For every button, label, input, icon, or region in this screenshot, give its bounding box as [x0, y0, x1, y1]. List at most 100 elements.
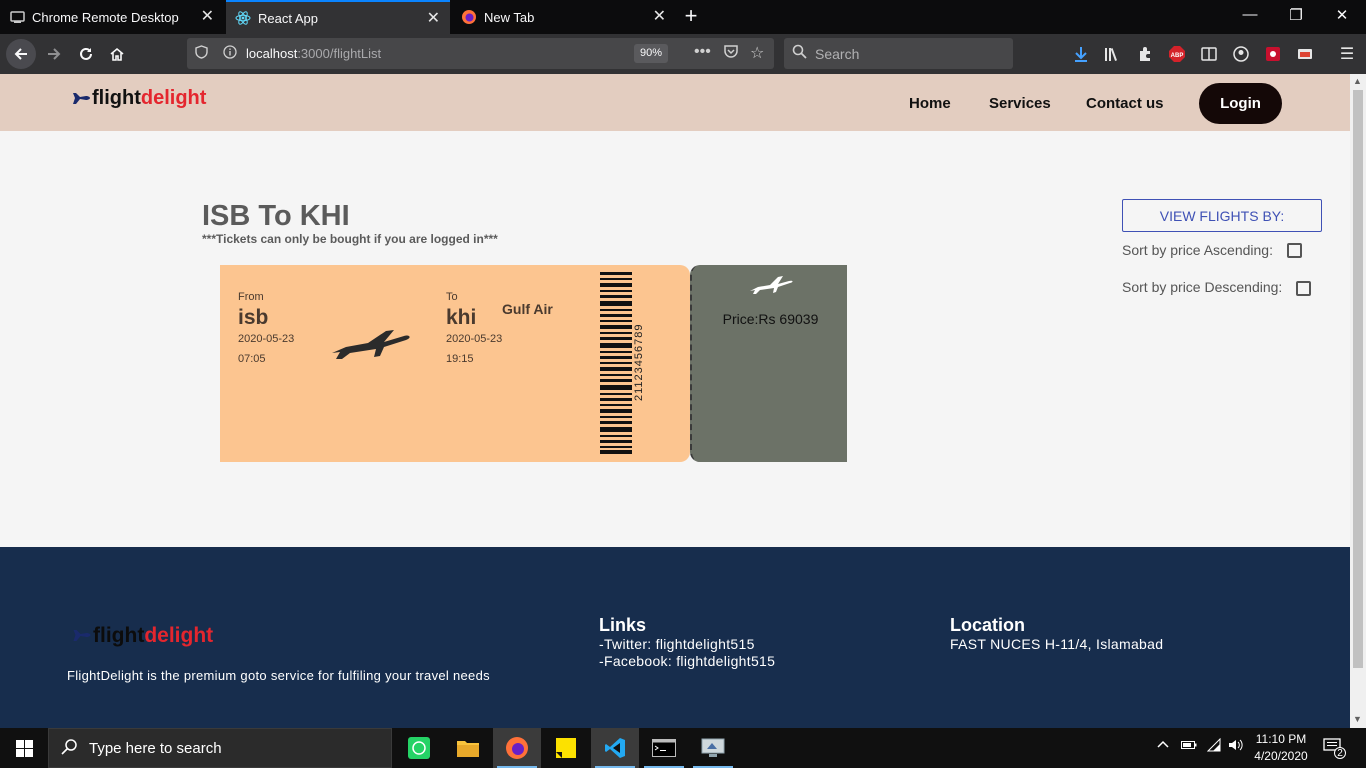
scroll-down-icon[interactable]: ▼ — [1353, 714, 1362, 724]
whatsapp-icon[interactable] — [395, 728, 443, 768]
tab-title: New Tab — [484, 9, 535, 25]
to-time: 19:15 — [446, 353, 474, 365]
terminal-icon[interactable] — [640, 728, 688, 768]
footer-location-heading: Location — [950, 615, 1025, 635]
tab-react-app[interactable]: React App ✕ — [226, 0, 450, 34]
remote-desktop-taskbar-icon[interactable] — [689, 728, 737, 768]
home-button[interactable] — [103, 40, 131, 68]
zoom-level-button[interactable]: 90% — [634, 44, 668, 63]
account-icon[interactable] — [1231, 44, 1251, 64]
shield-icon[interactable] — [195, 45, 208, 62]
site-footer: flight delight FlightDelight is the premi… — [0, 547, 1350, 728]
restore-icon[interactable]: ❐ — [1286, 6, 1306, 24]
vscode-icon[interactable] — [591, 728, 639, 768]
tab-title: React App — [258, 10, 318, 26]
tab-new-tab[interactable]: New Tab ✕ — [452, 0, 676, 34]
ticket-card[interactable]: From isb 2020-05-23 07:05 To khi 2020-05… — [220, 265, 690, 462]
login-button[interactable]: Login — [1199, 83, 1282, 124]
footer-logo[interactable]: flight delight — [72, 624, 213, 648]
windows-icon — [15, 739, 33, 757]
adblock-icon[interactable]: ABP — [1167, 44, 1187, 64]
url-host: localhost — [246, 46, 298, 61]
extension-red-icon[interactable] — [1263, 44, 1283, 64]
logo-plane-icon — [73, 92, 90, 104]
browser-toolbar: localhost:3000/flightList 90% ••• ☆ Sear… — [0, 34, 1366, 74]
info-icon[interactable] — [223, 45, 237, 62]
search-placeholder: Search — [815, 46, 860, 62]
reload-button[interactable] — [72, 40, 100, 68]
wifi-icon[interactable] — [1206, 737, 1223, 755]
taskbar-clock-date[interactable]: 4/20/2020 — [1251, 749, 1311, 763]
page-scrollbar[interactable]: ▲ ▼ — [1350, 74, 1366, 728]
footer-address: FAST NUCES H-11/4, Islamabad — [950, 636, 1164, 652]
footer-twitter-link[interactable]: -Twitter: flightdelight515 — [599, 636, 755, 652]
screenshot-extension-icon[interactable] — [1295, 44, 1315, 64]
view-flights-by-button[interactable]: VIEW FLIGHTS BY: — [1122, 199, 1322, 232]
footer-facebook-link[interactable]: -Facebook: flightdelight515 — [599, 653, 775, 669]
nav-services-link[interactable]: Services — [989, 95, 1051, 112]
new-tab-button[interactable]: + — [680, 4, 702, 28]
from-date: 2020-05-23 — [238, 333, 295, 345]
start-button[interactable] — [0, 728, 48, 768]
search-icon — [792, 44, 807, 63]
from-label: From — [238, 291, 264, 303]
extensions-icon[interactable] — [1135, 44, 1155, 64]
download-icon[interactable] — [1071, 44, 1091, 64]
taskbar-search-box[interactable]: Type here to search — [48, 728, 392, 768]
to-date: 2020-05-23 — [446, 333, 503, 345]
footer-links-heading: Links — [599, 615, 647, 635]
sticky-notes-icon[interactable] — [542, 728, 590, 768]
barcode-number: 21123456789 — [633, 323, 645, 401]
sort-ascending-checkbox[interactable] — [1287, 243, 1302, 258]
library-icon[interactable] — [1103, 44, 1123, 64]
firefox-taskbar-icon[interactable] — [493, 728, 541, 768]
forward-button[interactable] — [40, 40, 68, 68]
svg-text:ABP: ABP — [1171, 53, 1184, 59]
logo-text-delight: delight — [140, 87, 207, 109]
login-note: ***Tickets can only be bought if you are… — [202, 232, 498, 246]
bookmark-star-icon[interactable]: ☆ — [750, 43, 764, 63]
from-code: isb — [238, 306, 269, 329]
ticket-price: Price:Rs 69039 — [722, 311, 819, 327]
battery-icon[interactable] — [1181, 738, 1197, 754]
menu-icon[interactable]: ☰ — [1337, 44, 1357, 64]
back-button[interactable] — [6, 39, 36, 69]
site-logo[interactable]: flight delight — [72, 87, 206, 110]
from-time: 07:05 — [238, 353, 266, 365]
close-tab-icon[interactable]: ✕ — [653, 8, 666, 26]
show-hidden-icons-icon[interactable] — [1157, 738, 1169, 754]
browser-tab-bar: Chrome Remote Desktop ✕ React App ✕ New … — [0, 0, 1366, 34]
url-bar[interactable]: localhost:3000/flightList 90% ••• ☆ — [187, 38, 774, 69]
volume-icon[interactable] — [1228, 738, 1244, 755]
sort-descending-checkbox[interactable] — [1296, 281, 1311, 296]
sort-descending-label: Sort by price Descending: — [1122, 279, 1283, 295]
tab-chrome-remote-desktop[interactable]: Chrome Remote Desktop ✕ — [0, 0, 224, 34]
url-path: :3000/flightList — [297, 46, 382, 61]
reader-view-icon[interactable] — [1199, 44, 1219, 64]
close-window-icon[interactable]: ✕ — [1332, 6, 1352, 24]
nav-home-link[interactable]: Home — [909, 95, 951, 112]
scrollbar-thumb[interactable] — [1353, 90, 1363, 668]
footer-logo-text-delight: delight — [144, 624, 214, 647]
taskbar-clock-time[interactable]: 11:10 PM — [1251, 732, 1311, 746]
back-arrow-icon — [14, 48, 27, 60]
route-title: ISB To KHI — [202, 200, 350, 232]
react-icon — [235, 10, 251, 26]
url-text[interactable]: localhost:3000/flightList — [246, 46, 381, 61]
stub-airplane-icon — [748, 271, 794, 300]
nav-contact-link[interactable]: Contact us — [1086, 95, 1164, 112]
close-tab-icon[interactable]: ✕ — [201, 8, 214, 26]
ticket-stub[interactable]: Price:Rs 69039 — [690, 265, 847, 462]
minimize-icon[interactable]: — — [1240, 6, 1260, 23]
search-bar[interactable]: Search — [784, 38, 1013, 69]
close-tab-icon[interactable]: ✕ — [427, 10, 440, 28]
file-explorer-icon[interactable] — [444, 728, 492, 768]
notification-count-badge: 2 — [1334, 747, 1346, 759]
pocket-icon[interactable] — [723, 44, 739, 62]
more-actions-icon[interactable]: ••• — [694, 43, 711, 61]
windows-taskbar: Type here to search 11:10 PM 4/20/2020 2 — [0, 728, 1366, 768]
scroll-up-icon[interactable]: ▲ — [1353, 76, 1362, 86]
taskbar-search-placeholder: Type here to search — [89, 740, 222, 757]
tab-title: Chrome Remote Desktop — [32, 9, 179, 25]
footer-logo-text-flight: flight — [93, 624, 145, 647]
